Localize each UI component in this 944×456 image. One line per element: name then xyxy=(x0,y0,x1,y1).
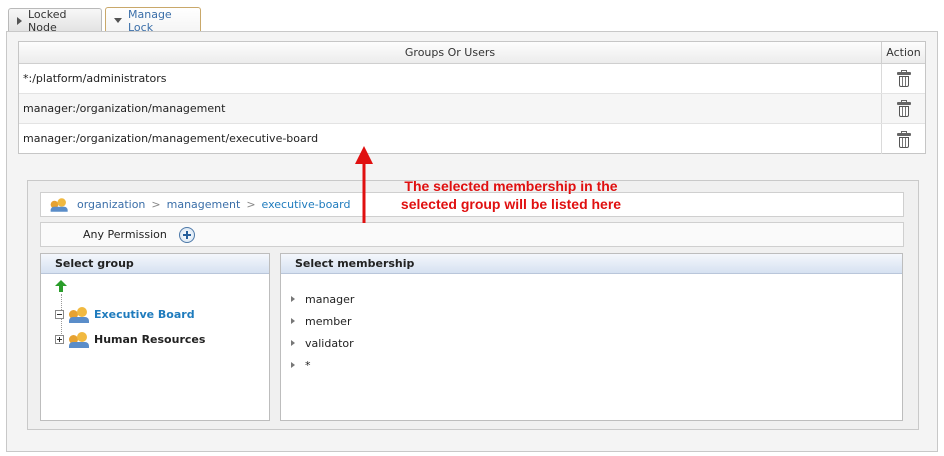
select-membership-pane: Select membership manager member validat… xyxy=(280,253,903,421)
bullet-arrow-icon xyxy=(291,362,295,368)
tab-locked-node[interactable]: Locked Node xyxy=(8,7,102,34)
table-row: *:/platform/administrators xyxy=(19,64,925,94)
table-row: manager:/organization/management xyxy=(19,94,925,124)
membership-list: manager member validator * xyxy=(281,274,902,376)
tree-node-label[interactable]: Executive Board xyxy=(94,308,195,321)
list-item[interactable]: * xyxy=(291,354,902,376)
annotation-line: The selected membership in the xyxy=(404,178,618,194)
group-user-cell: manager:/organization/management/executi… xyxy=(19,124,882,154)
breadcrumb-separator: > xyxy=(151,198,161,211)
column-header-action: Action xyxy=(886,46,921,59)
tab-bar: Locked Node Manage Lock xyxy=(8,7,938,34)
any-permission-bar: Any Permission xyxy=(40,222,904,247)
breadcrumb-item[interactable]: management xyxy=(167,198,241,211)
bullet-arrow-icon xyxy=(291,296,295,302)
caret-down-icon xyxy=(114,18,122,23)
table-header: Groups Or Users Action xyxy=(19,42,925,64)
list-item[interactable]: validator xyxy=(291,332,902,354)
any-permission-label: Any Permission xyxy=(83,228,167,241)
breadcrumb-item[interactable]: executive-board xyxy=(262,198,351,211)
breadcrumb-item[interactable]: organization xyxy=(77,198,145,211)
bullet-arrow-icon xyxy=(291,318,295,324)
group-tree: Executive Board Human Resources xyxy=(41,274,269,352)
add-permission-icon[interactable] xyxy=(178,226,195,243)
collapse-icon[interactable] xyxy=(55,310,64,319)
manage-lock-panel: Groups Or Users Action *:/platform/admin… xyxy=(6,31,938,452)
bullet-arrow-icon xyxy=(291,340,295,346)
membership-label[interactable]: member xyxy=(305,315,351,328)
caret-right-icon xyxy=(17,16,22,25)
group-icon xyxy=(69,306,91,323)
table-row: manager:/organization/management/executi… xyxy=(19,124,925,154)
tab-manage-lock[interactable]: Manage Lock xyxy=(105,7,201,34)
breadcrumb-separator: > xyxy=(246,198,256,211)
group-user-cell: manager:/organization/management xyxy=(19,94,882,123)
annotation-callout: The selected membership in the selected … xyxy=(346,177,676,213)
groups-users-table: Groups Or Users Action *:/platform/admin… xyxy=(18,41,926,154)
list-item[interactable]: manager xyxy=(291,288,902,310)
select-group-title: Select group xyxy=(41,254,269,274)
column-header-groups: Groups Or Users xyxy=(19,42,882,63)
trash-icon[interactable] xyxy=(896,130,911,148)
expand-icon[interactable] xyxy=(55,335,64,344)
group-membership-selector: organization > management > executive-bo… xyxy=(27,180,919,430)
annotation-line: selected group will be listed here xyxy=(400,196,622,212)
membership-label[interactable]: manager xyxy=(305,293,354,306)
tab-label: Manage Lock xyxy=(128,7,172,34)
tree-node-executive-board[interactable]: Executive Board xyxy=(55,302,269,327)
group-icon xyxy=(50,197,70,212)
level-up-icon[interactable] xyxy=(55,280,69,292)
group-user-cell: *:/platform/administrators xyxy=(19,64,882,93)
list-item[interactable]: member xyxy=(291,310,902,332)
membership-label[interactable]: validator xyxy=(305,337,354,350)
membership-label[interactable]: * xyxy=(305,359,311,372)
select-membership-title: Select membership xyxy=(281,254,902,274)
tree-node-label[interactable]: Human Resources xyxy=(94,333,205,346)
select-group-pane: Select group Executive Board Human Resou… xyxy=(40,253,270,421)
trash-icon[interactable] xyxy=(896,70,911,87)
trash-icon[interactable] xyxy=(896,100,911,117)
tab-label: Locked Node xyxy=(28,7,67,34)
tree-node-human-resources[interactable]: Human Resources xyxy=(55,327,269,352)
group-icon xyxy=(69,331,91,348)
